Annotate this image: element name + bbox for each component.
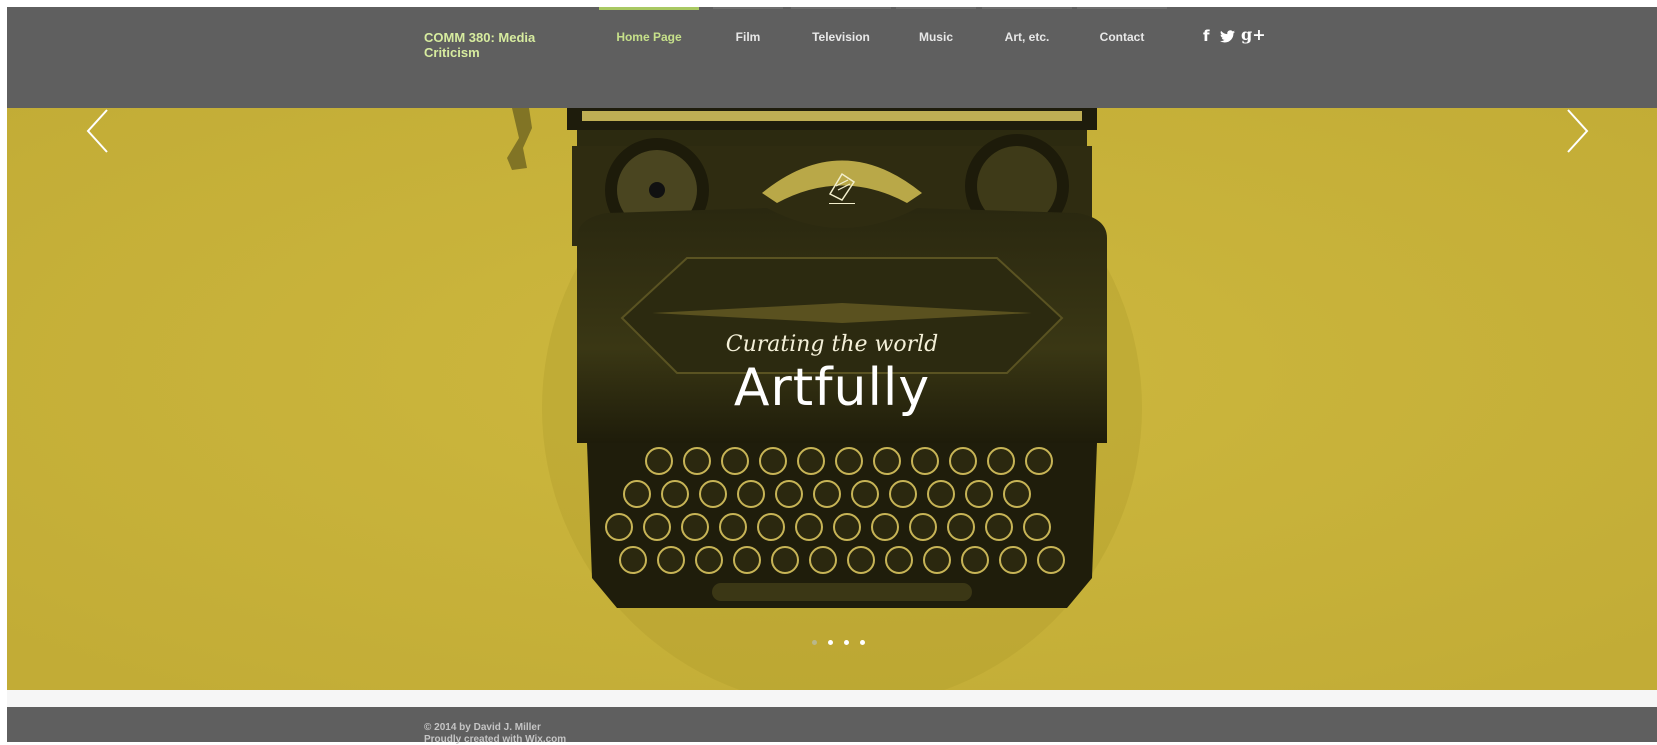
typewriter-key <box>927 480 955 508</box>
typewriter-key <box>619 546 647 574</box>
hero-slideshow: Curating the world Artfully <box>7 108 1657 690</box>
typewriter-key <box>623 480 651 508</box>
typewriter-key <box>1003 480 1031 508</box>
typewriter-key <box>889 480 917 508</box>
twitter-bird-glyph <box>1220 30 1235 43</box>
typewriter-key <box>835 447 863 475</box>
typewriter-key <box>923 546 951 574</box>
typewriter-key <box>643 513 671 541</box>
twitter-icon[interactable] <box>1220 28 1235 47</box>
typewriter-key <box>961 546 989 574</box>
site-title[interactable]: COMM 380: Media Criticism <box>424 30 554 60</box>
slide-dot[interactable] <box>812 640 817 645</box>
typewriter-key <box>1025 447 1053 475</box>
typewriter-key <box>657 546 685 574</box>
typewriter-key <box>719 513 747 541</box>
divider-strip <box>7 690 1657 707</box>
nav-television[interactable]: Television <box>791 7 891 57</box>
nav-film[interactable]: Film <box>713 7 783 57</box>
typewriter-key <box>909 513 937 541</box>
typewriter-key <box>851 480 879 508</box>
typewriter-key <box>757 513 785 541</box>
copyright-text: © 2014 by David J. Miller <box>424 722 541 733</box>
typewriter-key <box>771 546 799 574</box>
slide-indicators <box>812 640 882 650</box>
nav-home-page[interactable]: Home Page <box>599 7 699 57</box>
nav-art-etc[interactable]: Art, etc. <box>982 7 1072 57</box>
slide-dot[interactable] <box>828 640 833 645</box>
typewriter-key <box>683 447 711 475</box>
typewriter-key <box>699 480 727 508</box>
typewriter-key <box>965 480 993 508</box>
typewriter-key <box>775 480 803 508</box>
logo-mark-icon <box>828 172 856 201</box>
typewriter-key <box>885 546 913 574</box>
typewriter-key <box>759 447 787 475</box>
typewriter-key <box>911 447 939 475</box>
nav-label: Music <box>918 30 953 44</box>
nav-tab-indicator <box>1077 7 1167 9</box>
hero-headline: Artfully <box>733 358 931 418</box>
typewriter-key <box>1037 546 1065 574</box>
nav-tab-indicator <box>599 7 699 10</box>
hero-tagline: Curating the world <box>725 332 939 357</box>
nav-label: Contact <box>1099 30 1145 44</box>
typewriter-key <box>847 546 875 574</box>
nav-label: Home Page <box>616 30 682 44</box>
slide-dot[interactable] <box>860 640 865 645</box>
nav-label: Art, etc. <box>1004 30 1050 44</box>
nav-music[interactable]: Music <box>896 7 976 57</box>
typewriter-key <box>809 546 837 574</box>
typewriter-key <box>645 447 673 475</box>
nav-contact[interactable]: Contact <box>1077 7 1167 57</box>
typewriter-key <box>797 447 825 475</box>
typewriter-key <box>721 447 749 475</box>
typewriter-key <box>987 447 1015 475</box>
typewriter-key <box>813 480 841 508</box>
typewriter-key <box>999 546 1027 574</box>
typewriter-key <box>873 447 901 475</box>
facebook-icon[interactable]: f <box>1203 27 1210 45</box>
typewriter-key <box>1023 513 1051 541</box>
page: COMM 380: Media Criticism Home Page Film… <box>7 7 1657 745</box>
nav-tab-indicator <box>896 7 976 9</box>
typewriter-key <box>681 513 709 541</box>
typewriter-key <box>949 447 977 475</box>
typewriter-key <box>833 513 861 541</box>
logo-underline <box>829 203 855 204</box>
nav-label: Film <box>735 30 761 44</box>
typewriter-key <box>605 513 633 541</box>
site-header: COMM 380: Media Criticism Home Page Film… <box>7 7 1657 108</box>
nav-tab-indicator <box>982 7 1072 9</box>
typewriter-key <box>733 546 761 574</box>
slide-dot[interactable] <box>844 640 849 645</box>
typewriter-key <box>985 513 1013 541</box>
previous-slide-arrow-icon[interactable] <box>85 108 111 154</box>
wix-credit-link[interactable]: Proudly created with Wix.com <box>424 734 566 745</box>
nav-label: Television <box>812 30 870 44</box>
google-plus-icon[interactable]: g+ <box>1241 25 1266 44</box>
site-footer: © 2014 by David J. Miller Proudly create… <box>7 707 1657 745</box>
typewriter-key <box>795 513 823 541</box>
typewriter-key <box>871 513 899 541</box>
typewriter-key <box>947 513 975 541</box>
typewriter-key <box>737 480 765 508</box>
nav-tab-indicator <box>791 7 891 9</box>
next-slide-arrow-icon[interactable] <box>1564 108 1590 154</box>
typewriter-key <box>661 480 689 508</box>
typewriter-key <box>695 546 723 574</box>
nav-tab-indicator <box>713 7 783 9</box>
